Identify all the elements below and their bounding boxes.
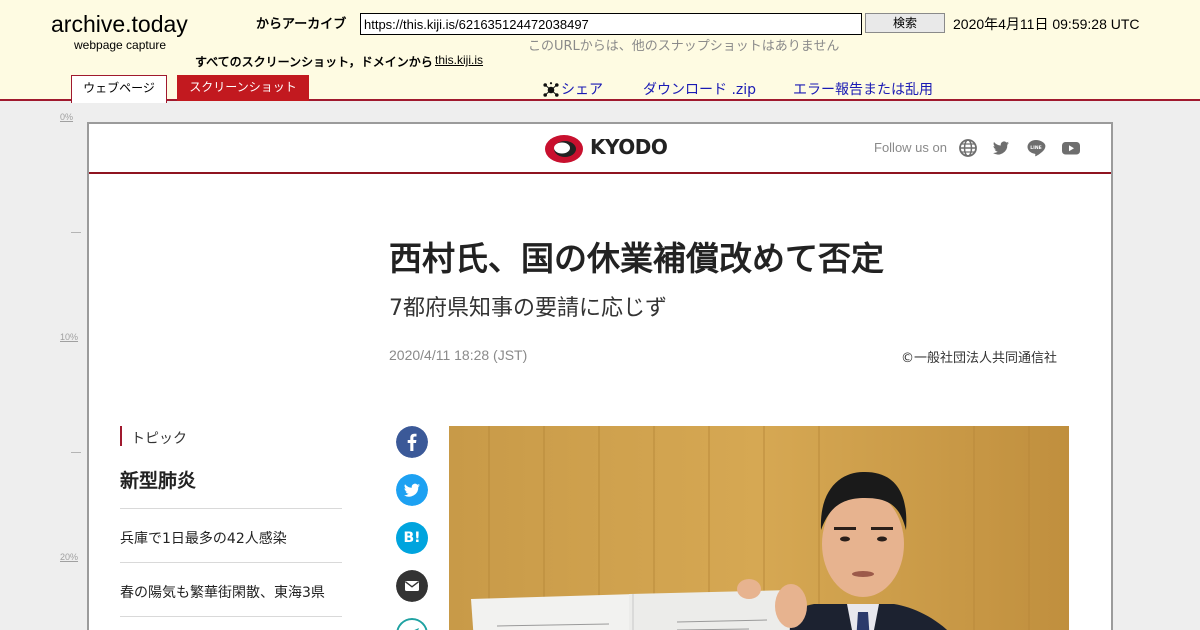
topic-label: トピック — [131, 431, 187, 447]
article-subheadline: 7都府県知事の要請に応じず — [389, 296, 667, 321]
ruler-tick — [71, 232, 81, 233]
divider — [120, 616, 342, 617]
ruler-tick — [71, 452, 81, 453]
archive-brand[interactable]: archive.today — [51, 11, 188, 38]
related-news-item[interactable]: 兵庫で1日最多の42人感染 — [120, 528, 287, 548]
archive-url-input[interactable] — [360, 13, 862, 35]
tab-screenshot[interactable]: スクリーンショット — [177, 75, 309, 101]
follow-us-label: Follow us on — [874, 140, 947, 155]
report-error-link[interactable]: エラー報告または乱用 — [793, 79, 933, 99]
twitter-icon[interactable] — [991, 138, 1011, 158]
ruler-label-20[interactable]: 20% — [60, 552, 78, 562]
share-link[interactable]: シェア — [561, 79, 603, 99]
tab-webpage[interactable]: ウェブページ — [71, 75, 167, 103]
search-button[interactable]: 検索 — [865, 13, 945, 33]
divider — [120, 562, 342, 563]
share-icon[interactable] — [543, 82, 559, 98]
topic-accent-bar — [120, 426, 122, 446]
related-news-item[interactable]: 春の陽気も繁華街閑散、東海3県 — [120, 582, 325, 602]
youtube-icon[interactable] — [1061, 138, 1081, 158]
all-screenshots-label: すべてのスクリーンショット，ドメインから — [195, 55, 433, 69]
send-share-button[interactable] — [396, 618, 428, 630]
line-icon[interactable]: LINE — [1026, 138, 1046, 158]
copyright-notice: ©一般社団法人共同通信社 — [901, 351, 1058, 366]
archive-brand-subtitle: webpage capture — [74, 38, 167, 52]
globe-icon[interactable] — [958, 138, 978, 158]
archive-header: archive.today webpage capture からアーカイブ 検索… — [0, 0, 1200, 103]
archive-timestamp[interactable]: 2020年4月11日 09:59:28 UTC — [953, 14, 1140, 34]
captured-webpage: KYODO Follow us on LINE 西村氏、国の休業補償改めて否定 … — [87, 122, 1113, 630]
email-share-button[interactable] — [396, 570, 428, 602]
publish-date: 2020/4/11 18:28 (JST) — [389, 347, 528, 363]
domain-screenshots-link[interactable]: this.kiji.is — [435, 53, 483, 67]
topic-name[interactable]: 新型肺炎 — [120, 466, 196, 493]
facebook-share-button[interactable] — [396, 426, 428, 458]
site-header: KYODO Follow us on LINE — [89, 124, 1111, 174]
from-archive-label: からアーカイブ — [256, 17, 347, 32]
article-headline: 西村氏、国の休業補償改めて否定 — [389, 239, 884, 278]
article-photo[interactable] — [449, 426, 1069, 630]
svg-text:LINE: LINE — [1030, 145, 1041, 151]
site-logo-text[interactable]: KYODO — [590, 135, 668, 159]
ruler-label-0[interactable]: 0% — [60, 112, 73, 122]
hatena-bookmark-button[interactable]: B! — [396, 522, 428, 554]
twitter-share-button[interactable] — [396, 474, 428, 506]
no-other-snapshots-text: このURLからは、他のスナップショットはありません — [528, 39, 840, 54]
download-zip-link[interactable]: ダウンロード .zip — [643, 79, 756, 99]
divider — [120, 508, 342, 509]
ruler-label-10[interactable]: 10% — [60, 332, 78, 342]
